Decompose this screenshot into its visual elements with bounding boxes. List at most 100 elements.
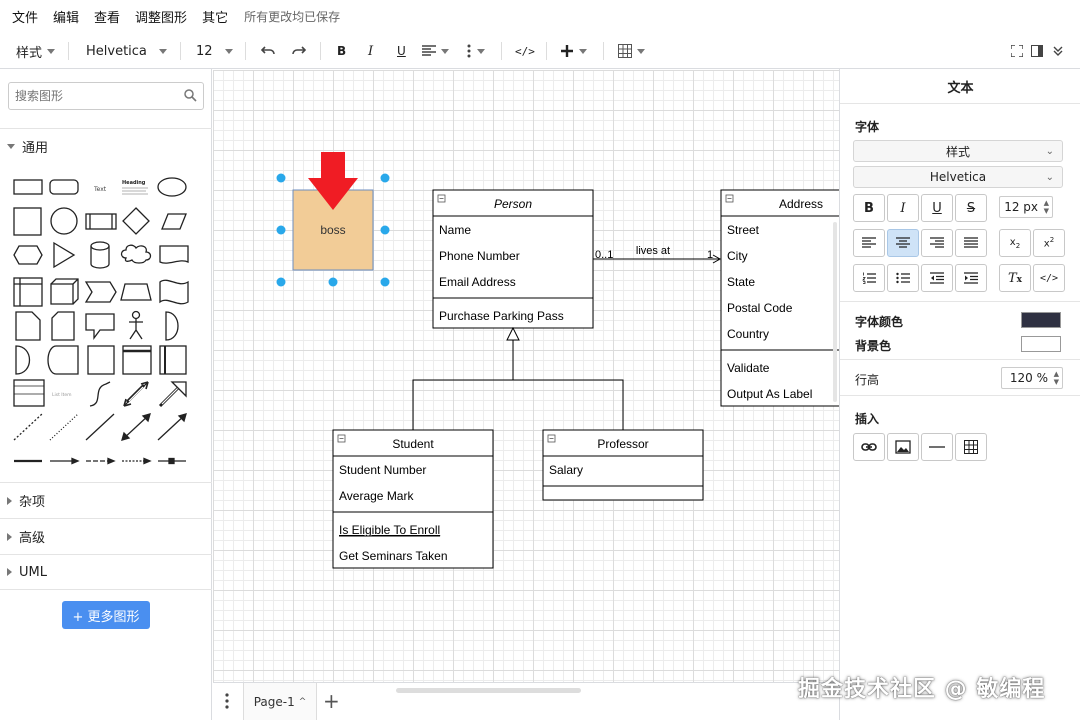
class-address[interactable]: Address Street City State Postal Code Co…	[720, 189, 839, 407]
class-student[interactable]: Student Student Number Average Mark Is E…	[332, 429, 494, 569]
triangle-shape[interactable]	[53, 241, 76, 269]
connector-arrow-shape[interactable]	[50, 457, 80, 465]
align-left-button[interactable]	[853, 229, 885, 257]
list-items-shape[interactable]: List Item	[52, 392, 72, 398]
bidirectional-arrow-shape[interactable]	[123, 381, 149, 407]
swimlane-shape[interactable]	[122, 345, 152, 375]
menu-extras[interactable]: 其它	[202, 7, 228, 26]
fullscreen-button[interactable]	[1011, 33, 1023, 69]
panel-bold-button[interactable]: B	[853, 194, 885, 222]
subscript-button[interactable]: x2	[999, 229, 1031, 257]
horizontal-scrollbar[interactable]	[396, 688, 581, 693]
curve-shape[interactable]	[89, 381, 111, 407]
font-size-input[interactable]: 12 px ▲ ▼	[999, 196, 1053, 218]
arrow-shape[interactable]	[158, 381, 187, 408]
add-page-icon[interactable]: +	[323, 689, 340, 713]
rounded-rectangle-shape[interactable]	[49, 179, 79, 195]
insert-table-button[interactable]	[955, 433, 987, 461]
more-format-dropdown[interactable]	[466, 33, 485, 69]
text-shape[interactable]: Text	[93, 186, 107, 193]
dashed-line-shape[interactable]	[13, 413, 43, 441]
textbox-shape[interactable]: Heading	[122, 180, 148, 195]
page-menu-icon[interactable]	[225, 693, 229, 713]
style-dropdown[interactable]: 样式	[16, 33, 56, 69]
trapezoid-shape[interactable]	[120, 283, 152, 301]
more-shapes-button[interactable]: + 更多图形	[62, 601, 150, 629]
panel-html-button[interactable]: </>	[1033, 264, 1065, 292]
cloud-shape[interactable]	[120, 244, 152, 264]
clear-format-button[interactable]: Tx	[999, 264, 1031, 292]
rectangle-shape[interactable]	[13, 179, 43, 195]
panel-underline-button[interactable]: U	[921, 194, 953, 222]
dotted-arrow-shape[interactable]	[122, 457, 152, 465]
table-list-shape[interactable]	[13, 379, 45, 407]
text-style-select[interactable]: 样式 ⌄	[853, 140, 1063, 162]
bidirectional-connector-shape[interactable]	[121, 413, 151, 441]
circle-shape[interactable]	[50, 207, 78, 235]
cylinder-shape[interactable]	[90, 241, 110, 269]
hexagon-shape[interactable]	[13, 245, 43, 265]
step-shape[interactable]	[84, 281, 117, 303]
background-color-swatch[interactable]	[1021, 336, 1061, 352]
align-dropdown[interactable]	[422, 33, 449, 69]
bold-button[interactable]: B	[337, 33, 346, 69]
font-size-dropdown[interactable]: 12	[196, 33, 233, 69]
internal-storage-shape[interactable]	[13, 277, 43, 307]
parallelogram-shape[interactable]	[161, 213, 187, 230]
menu-view[interactable]: 查看	[94, 7, 120, 26]
section-general[interactable]: 通用	[0, 128, 212, 164]
document-shape[interactable]	[159, 245, 189, 264]
align-center-button[interactable]	[887, 229, 919, 257]
table-dropdown[interactable]	[618, 33, 645, 69]
insert-link-button[interactable]	[853, 433, 885, 461]
panel-tab-text[interactable]: 文本	[840, 69, 1080, 104]
section-advanced[interactable]: 高级	[0, 518, 212, 554]
italic-button[interactable]: I	[368, 33, 373, 69]
delay-shape[interactable]	[15, 345, 31, 375]
inheritance-edges[interactable]	[412, 326, 624, 430]
menu-arrange[interactable]: 调整图形	[135, 7, 187, 26]
tape-shape[interactable]	[159, 279, 189, 305]
container-shape[interactable]	[87, 345, 115, 375]
section-misc[interactable]: 杂项	[0, 482, 212, 518]
callout-shape[interactable]	[85, 313, 115, 340]
superscript-button[interactable]: x2	[1033, 229, 1065, 257]
section-uml[interactable]: UML	[0, 554, 212, 590]
font-family-dropdown[interactable]: Helvetica	[86, 33, 167, 69]
format-panel-toggle[interactable]	[1031, 33, 1043, 69]
vertical-lane-shape[interactable]	[159, 345, 187, 375]
vertical-scrollbar[interactable]	[833, 222, 837, 402]
link-connector-shape[interactable]	[158, 457, 186, 465]
insert-horizontal-rule-button[interactable]	[921, 433, 953, 461]
menu-edit[interactable]: 编辑	[53, 7, 79, 26]
insert-image-button[interactable]	[887, 433, 919, 461]
html-button[interactable]: </>	[515, 33, 535, 69]
align-right-button[interactable]	[921, 229, 953, 257]
font-family-select[interactable]: Helvetica ⌄	[853, 166, 1063, 188]
bullet-list-button[interactable]	[887, 264, 919, 292]
actor-shape[interactable]	[129, 310, 143, 340]
numbered-list-button[interactable]	[853, 264, 885, 292]
justify-button[interactable]	[955, 229, 987, 257]
shape-search-input[interactable]	[8, 82, 204, 110]
outdent-button[interactable]	[921, 264, 953, 292]
dashed-arrow-shape[interactable]	[86, 457, 116, 465]
ellipse-shape[interactable]	[157, 177, 187, 197]
menu-file[interactable]: 文件	[12, 7, 38, 26]
panel-italic-button[interactable]: I	[887, 194, 919, 222]
spinner-icon[interactable]: ▲ ▼	[1054, 370, 1059, 386]
page-tab[interactable]: Page-1 ^	[243, 683, 317, 720]
process-shape[interactable]	[85, 213, 117, 230]
card-shape[interactable]	[51, 311, 75, 341]
font-color-swatch[interactable]	[1021, 312, 1061, 328]
or-shape[interactable]	[165, 311, 179, 341]
diamond-shape[interactable]	[122, 207, 150, 235]
directional-connector-shape[interactable]	[157, 413, 187, 441]
data-storage-shape[interactable]	[47, 345, 79, 375]
square-shape[interactable]	[13, 207, 42, 236]
indent-button[interactable]	[955, 264, 987, 292]
undo-button[interactable]	[260, 33, 276, 69]
line-shape[interactable]	[85, 413, 115, 441]
association-lives-at[interactable]: lives at 0..1 1	[593, 245, 722, 264]
diagram-canvas[interactable]: boss Person Name Phone Number Email Addr…	[213, 70, 839, 682]
